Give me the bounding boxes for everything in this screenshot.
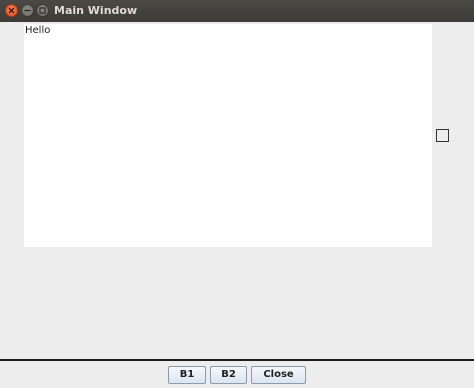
- button-bar: B1 B2 Close: [0, 361, 474, 388]
- close-icon: [8, 7, 15, 14]
- b1-button[interactable]: B1: [168, 366, 206, 384]
- content-text: Hello: [25, 25, 51, 36]
- side-checkbox[interactable]: [436, 129, 449, 142]
- window-title: Main Window: [54, 4, 138, 17]
- b2-button[interactable]: B2: [210, 366, 247, 384]
- content-panel[interactable]: Hello: [24, 24, 432, 247]
- close-button[interactable]: Close: [251, 366, 306, 384]
- title-bar[interactable]: Main Window: [0, 0, 474, 22]
- window-minimize-button[interactable]: [21, 4, 34, 17]
- minimize-icon: [24, 9, 31, 12]
- window-maximize-button[interactable]: [36, 4, 49, 17]
- maximize-icon: [39, 7, 46, 14]
- window-close-button[interactable]: [5, 4, 18, 17]
- main-window: Main Window Hello B1 B2 Close: [0, 0, 474, 388]
